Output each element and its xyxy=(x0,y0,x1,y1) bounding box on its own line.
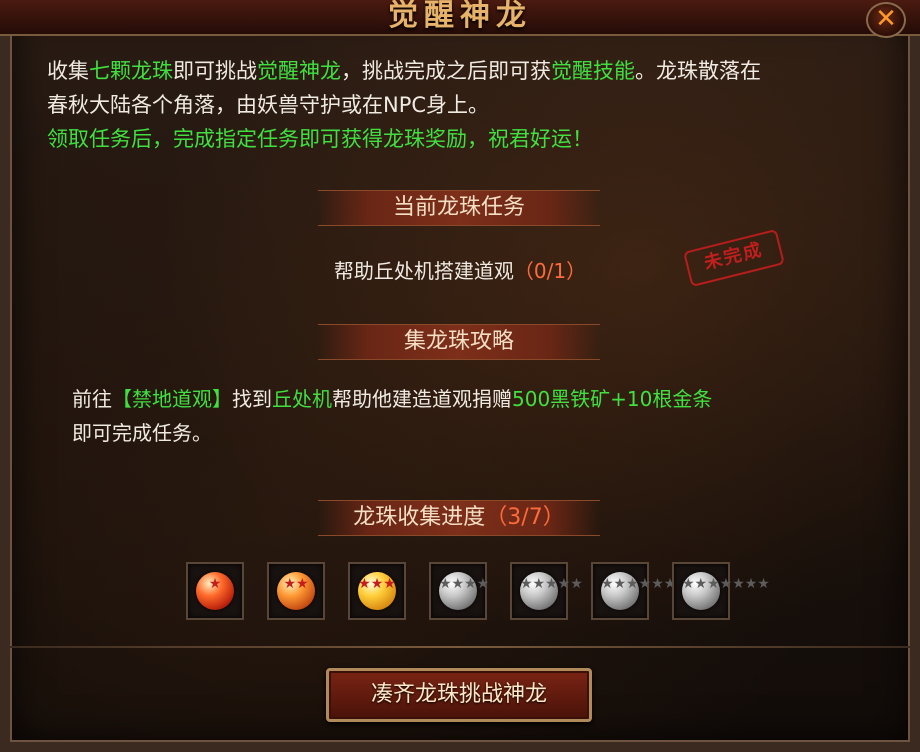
bottom-divider xyxy=(10,646,910,648)
intro-text: 收集七颗龙珠即可挑战觉醒神龙，挑战完成之后即可获觉醒技能。龙珠散落在 春秋大陆各… xyxy=(47,54,887,156)
dragon-ball-slot-2[interactable]: ★★ xyxy=(267,562,325,620)
guide-text: 前往【禁地道观】找到丘处机帮助他建造道观捐赠500黑铁矿+10根金条 即可完成任… xyxy=(72,382,872,450)
collection-progress-header: 龙珠收集进度（3/7） xyxy=(318,500,600,536)
dragon-ball-1-icon: ★ xyxy=(196,572,234,610)
orb-stars: ★★★ xyxy=(358,576,396,592)
dragon-ball-row: ★ ★★ ★★★ ★★★★ ★★★★★ ★★★★★★ ★★★★★★★ xyxy=(186,562,770,620)
current-task-header: 当前龙珠任务 xyxy=(318,190,600,226)
orb-stars: ★★★★ xyxy=(439,576,490,592)
orb-stars: ★★ xyxy=(283,576,309,592)
intro-text-part: ，挑战完成之后即可获 xyxy=(341,59,551,83)
collection-count: （3/7） xyxy=(485,505,565,530)
highlight-awaken-skill: 觉醒技能 xyxy=(551,59,635,83)
dragon-ball-5-icon: ★★★★★ xyxy=(520,572,583,610)
dragon-ball-7-icon: ★★★★★★★ xyxy=(682,572,770,610)
collection-label: 龙珠收集进度 xyxy=(353,505,486,530)
guide-text-part: 即可完成任务。 xyxy=(72,421,212,445)
task-name: 帮助丘处机搭建道观 xyxy=(333,259,514,283)
dragon-ball-6-icon: ★★★★★★ xyxy=(601,572,677,610)
orb-stars: ★ xyxy=(208,576,222,592)
intro-line-3: 领取任务后，完成指定任务即可获得龙珠奖励，祝君好运！ xyxy=(47,127,593,151)
dragon-ball-slot-7[interactable]: ★★★★★★★ xyxy=(672,562,770,620)
dragon-ball-slot-3[interactable]: ★★★ xyxy=(348,562,406,620)
task-progress: （0/1） xyxy=(513,259,587,283)
highlight-awaken-dragon: 觉醒神龙 xyxy=(257,59,341,83)
intro-text-part: 即可挑战 xyxy=(173,59,257,83)
dragon-ball-slot-4[interactable]: ★★★★ xyxy=(429,562,490,620)
dragon-ball-3-icon: ★★★ xyxy=(358,572,396,610)
dragon-ball-2-icon: ★★ xyxy=(277,572,315,610)
intro-line-2: 春秋大陆各个角落，由妖兽守护或在NPC身上。 xyxy=(47,93,490,117)
guide-text-part: 帮助他建造道观捐赠 xyxy=(332,387,512,411)
dragon-ball-slot-6[interactable]: ★★★★★★ xyxy=(591,562,677,620)
dragon-ball-4-icon: ★★★★ xyxy=(439,572,490,610)
orb-stars: ★★★★★★★ xyxy=(682,576,770,592)
guide-text-part: 前往 xyxy=(72,387,112,411)
dialog-title: 觉醒神龙 xyxy=(388,0,532,33)
highlight-dragon-balls: 七颗龙珠 xyxy=(89,59,173,83)
dragon-ball-slot-1[interactable]: ★ xyxy=(186,562,244,620)
intro-text-part: 收集 xyxy=(47,59,89,83)
orb-stars: ★★★★★★ xyxy=(601,576,677,592)
guide-location: 【禁地道观】 xyxy=(112,387,232,411)
guide-items: 500黑铁矿+10根金条 xyxy=(512,387,713,411)
challenge-dragon-button[interactable]: 凑齐龙珠挑战神龙 xyxy=(326,668,592,722)
title-bar: 觉醒神龙 xyxy=(0,0,920,36)
orb-stars: ★★★★★ xyxy=(520,576,583,592)
intro-text-part: 。龙珠散落在 xyxy=(635,59,761,83)
intro-line-1: 收集七颗龙珠即可挑战觉醒神龙，挑战完成之后即可获觉醒技能。龙珠散落在 xyxy=(47,54,887,88)
guide-npc: 丘处机 xyxy=(272,387,332,411)
close-button[interactable]: ✕ xyxy=(866,2,906,38)
close-icon: ✕ xyxy=(875,4,897,34)
guide-text-part: 找到 xyxy=(232,387,272,411)
guide-header: 集龙珠攻略 xyxy=(318,324,600,360)
dragon-ball-slot-5[interactable]: ★★★★★ xyxy=(510,562,583,620)
